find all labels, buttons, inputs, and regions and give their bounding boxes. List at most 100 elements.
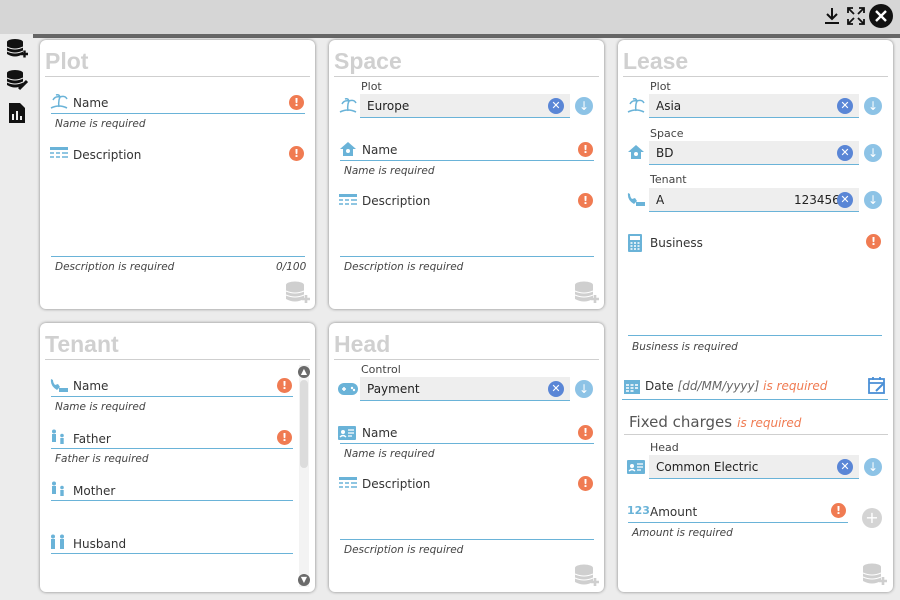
- dropdown-icon[interactable]: ↓: [575, 380, 593, 398]
- character-counter: 0/100: [276, 261, 307, 273]
- mother-input[interactable]: [51, 500, 293, 501]
- control-value: Payment: [367, 382, 420, 396]
- error-icon: !: [578, 193, 593, 208]
- description-hint: Description is required: [344, 544, 464, 556]
- error-icon: !: [289, 146, 304, 161]
- head-value: Common Electric: [656, 460, 759, 474]
- date-label: Date: [645, 379, 674, 393]
- database-add-icon[interactable]: [574, 563, 600, 589]
- fixed-charges-label: Fixed charges: [629, 413, 733, 431]
- phone-contact-icon: [50, 379, 68, 392]
- tenant-value: A: [656, 193, 665, 207]
- father-hint: Father is required: [55, 453, 149, 465]
- space-label: Space: [650, 127, 684, 140]
- error-icon: !: [578, 476, 593, 491]
- description-icon: [50, 147, 68, 158]
- plot-combobox[interactable]: Asia ✕: [649, 94, 859, 118]
- phone-contact-icon: [627, 193, 645, 206]
- name-input[interactable]: [51, 396, 293, 397]
- calendar-edit-icon[interactable]: [868, 376, 886, 394]
- scroll-down-icon[interactable]: ▼: [298, 574, 310, 586]
- title-divider: [623, 76, 888, 77]
- plot-value: Europe: [367, 99, 410, 113]
- space-combobox[interactable]: BD ✕: [649, 141, 859, 165]
- husband-label: Husband: [73, 537, 127, 551]
- amount-input[interactable]: [628, 522, 848, 523]
- father-input[interactable]: [51, 448, 293, 449]
- close-icon[interactable]: [869, 4, 893, 28]
- title-divider: [45, 76, 310, 77]
- name-input[interactable]: [340, 160, 594, 161]
- name-label: Name: [73, 379, 109, 393]
- name-input[interactable]: [51, 113, 305, 114]
- head-label: Head: [650, 441, 679, 454]
- island-icon: [627, 98, 645, 113]
- date-required: is required: [763, 379, 828, 393]
- scroll-up-icon[interactable]: ▲: [298, 366, 310, 378]
- dropdown-icon[interactable]: ↓: [864, 458, 882, 476]
- amount-label: Amount: [650, 505, 698, 519]
- control-combobox[interactable]: Payment ✕: [360, 377, 570, 401]
- tenant-label: Tenant: [650, 173, 687, 186]
- title-bar: [0, 0, 900, 34]
- description-label: Description: [362, 477, 431, 491]
- clear-icon[interactable]: ✕: [837, 98, 853, 114]
- dropdown-icon[interactable]: ↓: [864, 191, 882, 209]
- dropdown-icon[interactable]: ↓: [864, 144, 882, 162]
- description-input[interactable]: [340, 539, 594, 540]
- download-icon[interactable]: [821, 5, 843, 27]
- head-combobox[interactable]: Common Electric ✕: [649, 455, 859, 479]
- space-value: BD: [656, 146, 674, 160]
- tenant-phone: 123456: [794, 193, 840, 207]
- name-input[interactable]: [340, 443, 594, 444]
- clear-icon[interactable]: ✕: [548, 98, 564, 114]
- report-document-icon[interactable]: [6, 102, 28, 124]
- description-label: Description: [73, 148, 142, 162]
- description-hint: Description is required: [344, 261, 464, 273]
- card-title: Lease: [623, 48, 689, 74]
- title-divider: [45, 359, 310, 360]
- clear-icon[interactable]: ✕: [548, 381, 564, 397]
- database-add-icon[interactable]: [285, 280, 311, 306]
- tenant-combobox[interactable]: A 123456 ✕: [649, 188, 859, 212]
- space-card: Space Plot Europe ✕ ↓ Name ! Name is req…: [329, 40, 604, 309]
- dropdown-icon[interactable]: ↓: [575, 97, 593, 115]
- name-hint: Name is required: [344, 165, 435, 177]
- scroll-thumb[interactable]: [300, 380, 308, 468]
- card-title: Head: [334, 331, 391, 357]
- database-edit-icon[interactable]: [6, 69, 29, 91]
- id-card-icon: [338, 426, 356, 440]
- plot-card: Plot Name ! Name is required Description…: [40, 40, 315, 309]
- description-hint: Description is required: [55, 261, 175, 273]
- plot-value: Asia: [656, 99, 682, 113]
- date-field[interactable]: Date [dd/MM/yyyy] is required: [645, 379, 827, 393]
- expand-icon[interactable]: [845, 5, 867, 27]
- add-charge-button[interactable]: +: [862, 508, 882, 528]
- clear-icon[interactable]: ✕: [837, 192, 853, 208]
- head-card: Head Control Payment ✕ ↓ Name ! Name is …: [329, 323, 604, 592]
- father-label: Father: [73, 432, 111, 446]
- name-hint: Name is required: [55, 118, 146, 130]
- clear-icon[interactable]: ✕: [837, 145, 853, 161]
- amount-hint: Amount is required: [632, 527, 733, 539]
- database-add-icon[interactable]: [574, 280, 600, 306]
- calendar-icon: [624, 380, 640, 394]
- dropdown-icon[interactable]: ↓: [864, 97, 882, 115]
- clear-icon[interactable]: ✕: [837, 459, 853, 475]
- plot-combobox[interactable]: Europe ✕: [360, 94, 570, 118]
- numeric-icon: 123: [627, 504, 650, 517]
- database-add-icon[interactable]: [862, 562, 888, 588]
- name-label: Name: [362, 143, 398, 157]
- husband-input[interactable]: [51, 553, 293, 554]
- card-title: Space: [334, 48, 402, 74]
- business-input[interactable]: [628, 335, 882, 336]
- error-icon: !: [277, 378, 292, 393]
- description-input[interactable]: [340, 256, 594, 257]
- description-input[interactable]: [51, 256, 305, 257]
- database-add-icon[interactable]: [6, 38, 28, 60]
- lease-card: Lease Plot Asia ✕ ↓ Space BD ✕ ↓ Tenant …: [618, 40, 893, 592]
- home-icon: [340, 142, 356, 156]
- error-icon: !: [866, 234, 881, 249]
- id-card-icon: [627, 460, 645, 474]
- error-icon: !: [578, 425, 593, 440]
